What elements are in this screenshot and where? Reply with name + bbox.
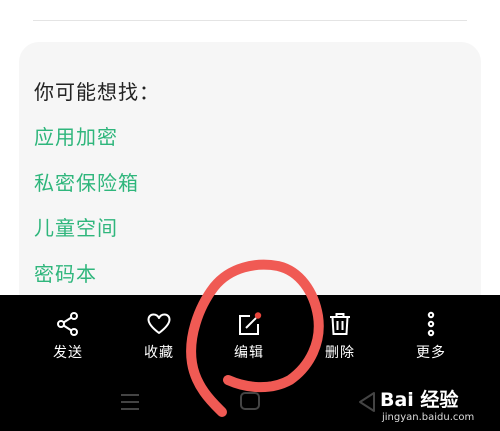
suggestion-link-kids-space[interactable]: 儿童空间 <box>34 212 118 241</box>
more-label: 更多 <box>416 345 446 361</box>
menu-icon[interactable] <box>120 393 140 411</box>
edit-icon <box>239 312 262 335</box>
more-button[interactable]: 更多 <box>381 295 481 379</box>
suggestion-title: 你可能想找： <box>34 80 160 104</box>
more-vertical-icon <box>427 311 435 337</box>
favorite-label: 收藏 <box>144 345 174 361</box>
delete-label: 删除 <box>325 345 355 361</box>
edit-button[interactable]: 编辑 <box>199 295 299 379</box>
back-icon[interactable] <box>357 391 377 413</box>
divider <box>33 20 467 21</box>
favorite-button[interactable]: 收藏 <box>109 295 209 379</box>
suggestion-link-app-lock[interactable]: 应用加密 <box>34 121 118 150</box>
send-label: 发送 <box>53 345 83 361</box>
home-icon[interactable] <box>239 391 261 411</box>
trash-icon <box>330 313 350 335</box>
delete-button[interactable]: 删除 <box>290 295 390 379</box>
suggestion-link-private-safe[interactable]: 私密保险箱 <box>34 167 139 196</box>
edit-label: 编辑 <box>234 345 264 361</box>
send-button[interactable]: 发送 <box>18 295 118 379</box>
share-icon <box>57 312 78 336</box>
system-nav-bar <box>0 379 500 431</box>
suggestion-link-password-book[interactable]: 密码本 <box>34 258 97 287</box>
bottom-action-bar: 发送 收藏 编辑 删除 更多 <box>0 295 500 379</box>
heart-icon <box>147 313 171 334</box>
